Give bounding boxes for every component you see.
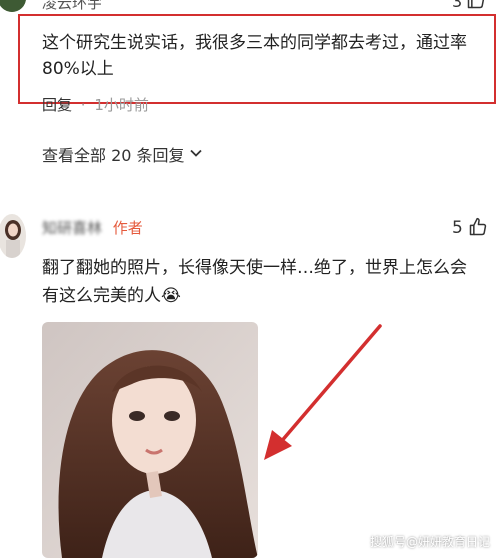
comment-text: 这个研究生说实话，我很多三本的同学都去考过，通过率 80%以上 bbox=[42, 33, 467, 79]
avatar[interactable] bbox=[0, 0, 26, 12]
crying-emoji-icon: 😭 bbox=[161, 286, 181, 306]
separator-dot: · bbox=[80, 96, 86, 114]
reply-row: 回复 · 1小时前 bbox=[42, 94, 149, 115]
chevron-down-icon bbox=[189, 145, 203, 164]
comment-text: 翻了翻她的照片，长得像天使一样…绝了，世界上怎么会 有这么完美的人😭 bbox=[42, 258, 467, 306]
comment-time: 1小时前 bbox=[94, 96, 149, 114]
avatar[interactable] bbox=[0, 214, 26, 258]
like-count: 3 bbox=[452, 0, 463, 11]
like-count: 5 bbox=[452, 218, 463, 238]
view-all-replies-label: 查看全部 20 条回复 bbox=[42, 146, 185, 165]
thumbs-up-icon[interactable] bbox=[468, 217, 488, 237]
reply-button[interactable]: 回复 bbox=[42, 96, 72, 114]
view-all-replies-button[interactable]: 查看全部 20 条回复 bbox=[42, 142, 203, 166]
arrow-annotation bbox=[264, 324, 382, 460]
comment-photo[interactable] bbox=[42, 322, 258, 558]
watermark: 搜狐号@妍妍教育日记 bbox=[369, 535, 490, 549]
author-badge: 作者 bbox=[112, 219, 143, 237]
thumbs-up-icon[interactable] bbox=[466, 0, 486, 10]
comment-username[interactable]: 知研喜林 作者 bbox=[42, 217, 143, 238]
comment-username[interactable]: 凌云环宇 bbox=[42, 0, 102, 13]
